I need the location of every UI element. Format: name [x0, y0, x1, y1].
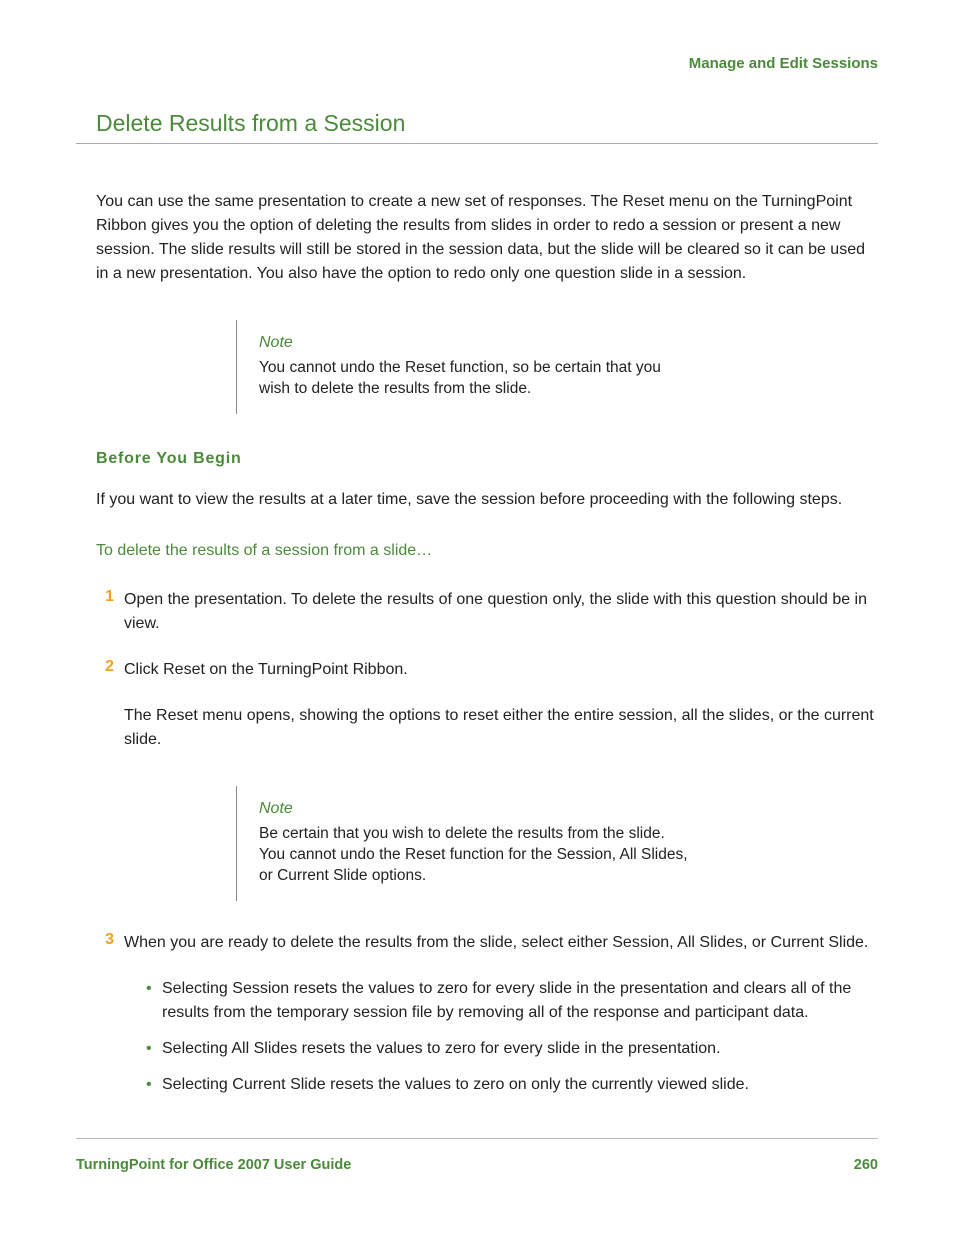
step-1: 1 Open the presentation. To delete the r…	[96, 588, 874, 636]
bullet-text: Selecting All Slides resets the values t…	[162, 1037, 721, 1061]
page-footer: TurningPoint for Office 2007 User Guide …	[76, 1138, 878, 1173]
note-body: Be certain that you wish to delete the r…	[259, 824, 694, 887]
bullet-text: Selecting Current Slide resets the value…	[162, 1073, 749, 1097]
note-label: Note	[259, 334, 694, 352]
footer-page-number: 260	[854, 1157, 878, 1173]
bullet-icon: •	[146, 977, 162, 1025]
note-block-2: Note Be certain that you wish to delete …	[236, 786, 694, 901]
note-body: You cannot undo the Reset function, so b…	[259, 358, 694, 400]
note-label: Note	[259, 800, 694, 818]
step-number: 1	[90, 588, 114, 636]
list-item: • Selecting All Slides resets the values…	[146, 1037, 874, 1061]
task-title: To delete the results of a session from …	[96, 542, 874, 560]
before-you-begin-text: If you want to view the results at a lat…	[96, 488, 874, 512]
step-text: When you are ready to delete the results…	[114, 931, 868, 955]
bullet-text: Selecting Session resets the values to z…	[162, 977, 874, 1025]
footer-doc-title: TurningPoint for Office 2007 User Guide	[76, 1157, 351, 1173]
step-2: 2 Click Reset on the TurningPoint Ribbon…	[96, 658, 874, 682]
bullet-icon: •	[146, 1073, 162, 1097]
step-text: Click Reset on the TurningPoint Ribbon.	[114, 658, 408, 682]
step-3: 3 When you are ready to delete the resul…	[96, 931, 874, 955]
bullet-list: • Selecting Session resets the values to…	[146, 977, 874, 1097]
step-text: Open the presentation. To delete the res…	[114, 588, 874, 636]
bullet-icon: •	[146, 1037, 162, 1061]
intro-paragraph: You can use the same presentation to cre…	[96, 190, 874, 286]
before-you-begin-heading: Before You Begin	[96, 450, 874, 468]
step-number: 3	[90, 931, 114, 955]
section-title: Delete Results from a Session	[76, 110, 878, 144]
note-block-1: Note You cannot undo the Reset function,…	[236, 320, 694, 414]
breadcrumb: Manage and Edit Sessions	[76, 55, 878, 72]
list-item: • Selecting Current Slide resets the val…	[146, 1073, 874, 1097]
step-number: 2	[90, 658, 114, 682]
list-item: • Selecting Session resets the values to…	[146, 977, 874, 1025]
step-2-extra: The Reset menu opens, showing the option…	[124, 704, 874, 752]
